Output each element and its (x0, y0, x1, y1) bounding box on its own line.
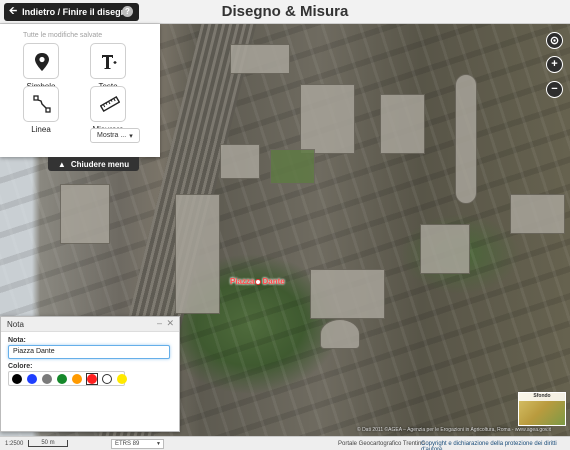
note-panel-title: Nota (7, 320, 24, 329)
text-tool-button[interactable] (90, 43, 126, 79)
help-icon[interactable]: ? (122, 6, 133, 17)
note-panel-header: Nota – ✕ (1, 317, 179, 332)
color-picker (8, 371, 128, 386)
color-label: Colore: (8, 363, 33, 370)
arrow-left-icon: 🡨 (9, 5, 18, 17)
color-swatch-dot (12, 373, 22, 384)
note-field-label: Nota: (8, 337, 26, 344)
locate-button[interactable] (547, 33, 562, 48)
close-menu-label: Chiudere menu (70, 159, 130, 169)
minimize-icon[interactable]: – (157, 318, 162, 328)
zoom-out-button[interactable]: − (547, 82, 562, 97)
color-swatch[interactable] (11, 373, 23, 385)
color-swatch[interactable] (101, 373, 113, 385)
header-bar: 🡨 Indietro / Finire il disegno ? Disegno… (0, 0, 570, 24)
building (300, 84, 355, 154)
color-swatch-dot (42, 373, 52, 384)
building (380, 94, 425, 154)
place-label[interactable]: Piazza Dante (230, 277, 285, 286)
basemap-switcher[interactable]: Sfondo (518, 392, 566, 426)
building (310, 269, 385, 319)
close-icon[interactable]: ✕ (166, 318, 174, 329)
caret-down-icon: ▾ (129, 132, 133, 140)
color-swatch-dot (57, 373, 67, 384)
color-swatch-dot (87, 373, 97, 384)
symbol-tool-button[interactable] (23, 43, 59, 79)
caret-up-icon: ▲ (57, 159, 66, 169)
basemap-label: Sfondo (519, 393, 565, 401)
park-area (270, 149, 315, 184)
footer-bar: 1:2500 50 m ETRS 89 ▼ Portale Geocartogr… (0, 436, 570, 450)
place-label-left: Piazza (230, 277, 255, 286)
building (455, 74, 477, 204)
back-finish-button[interactable]: 🡨 Indietro / Finire il disegno (4, 3, 139, 21)
color-swatch-dot (102, 373, 112, 384)
building (230, 44, 290, 74)
building (320, 319, 360, 349)
text-tool-icon (102, 55, 117, 69)
color-swatch[interactable] (116, 373, 128, 385)
note-text-input[interactable]: Piazza Dante (8, 345, 170, 359)
scale-ratio: 1:2500 (5, 441, 24, 447)
locate-icon (550, 36, 559, 45)
scale-bar: 50 m (28, 440, 68, 447)
color-swatch[interactable] (86, 372, 98, 385)
back-finish-label: Indietro / Finire il disegno (22, 7, 132, 17)
map-credit: © Dati 2011 ©AGEA – Agenzia per le Eroga… (357, 427, 551, 433)
save-status: Tutte le modifiche salvate (23, 32, 103, 39)
line-tool-label: Linea (31, 125, 51, 134)
more-tools-label: Mostra ... (97, 132, 127, 139)
more-tools-dropdown[interactable]: Mostra ... ▾ (90, 128, 140, 143)
crs-value: ETRS 89 (115, 441, 140, 447)
map-pin-icon (35, 53, 49, 71)
building (510, 194, 565, 234)
color-swatch-dot (117, 373, 127, 384)
building (420, 224, 470, 274)
color-swatch[interactable] (56, 373, 68, 385)
close-menu-button[interactable]: ▲ Chiudere menu (48, 157, 139, 171)
place-label-right: Dante (262, 277, 285, 286)
ruler-icon (100, 95, 120, 113)
zoom-in-button[interactable]: + (547, 57, 562, 72)
line-tool-button[interactable] (23, 86, 59, 122)
portal-name: Portale Geocartografico Trentino (338, 441, 425, 447)
color-swatch[interactable] (71, 373, 83, 385)
building (175, 194, 220, 314)
building (220, 144, 260, 179)
place-marker-icon (255, 278, 262, 285)
measure-tool-button[interactable] (90, 86, 126, 122)
caret-down-icon: ▼ (156, 441, 161, 447)
color-swatch-dot (27, 373, 37, 384)
crs-select[interactable]: ETRS 89 ▼ (111, 439, 164, 449)
color-swatch[interactable] (41, 373, 53, 385)
building (60, 184, 110, 244)
line-tool-icon (33, 95, 51, 113)
color-swatch-dot (72, 373, 82, 384)
color-swatch[interactable] (26, 373, 38, 385)
copyright-link[interactable]: Copyright e dichiarazione della protezio… (421, 441, 570, 450)
